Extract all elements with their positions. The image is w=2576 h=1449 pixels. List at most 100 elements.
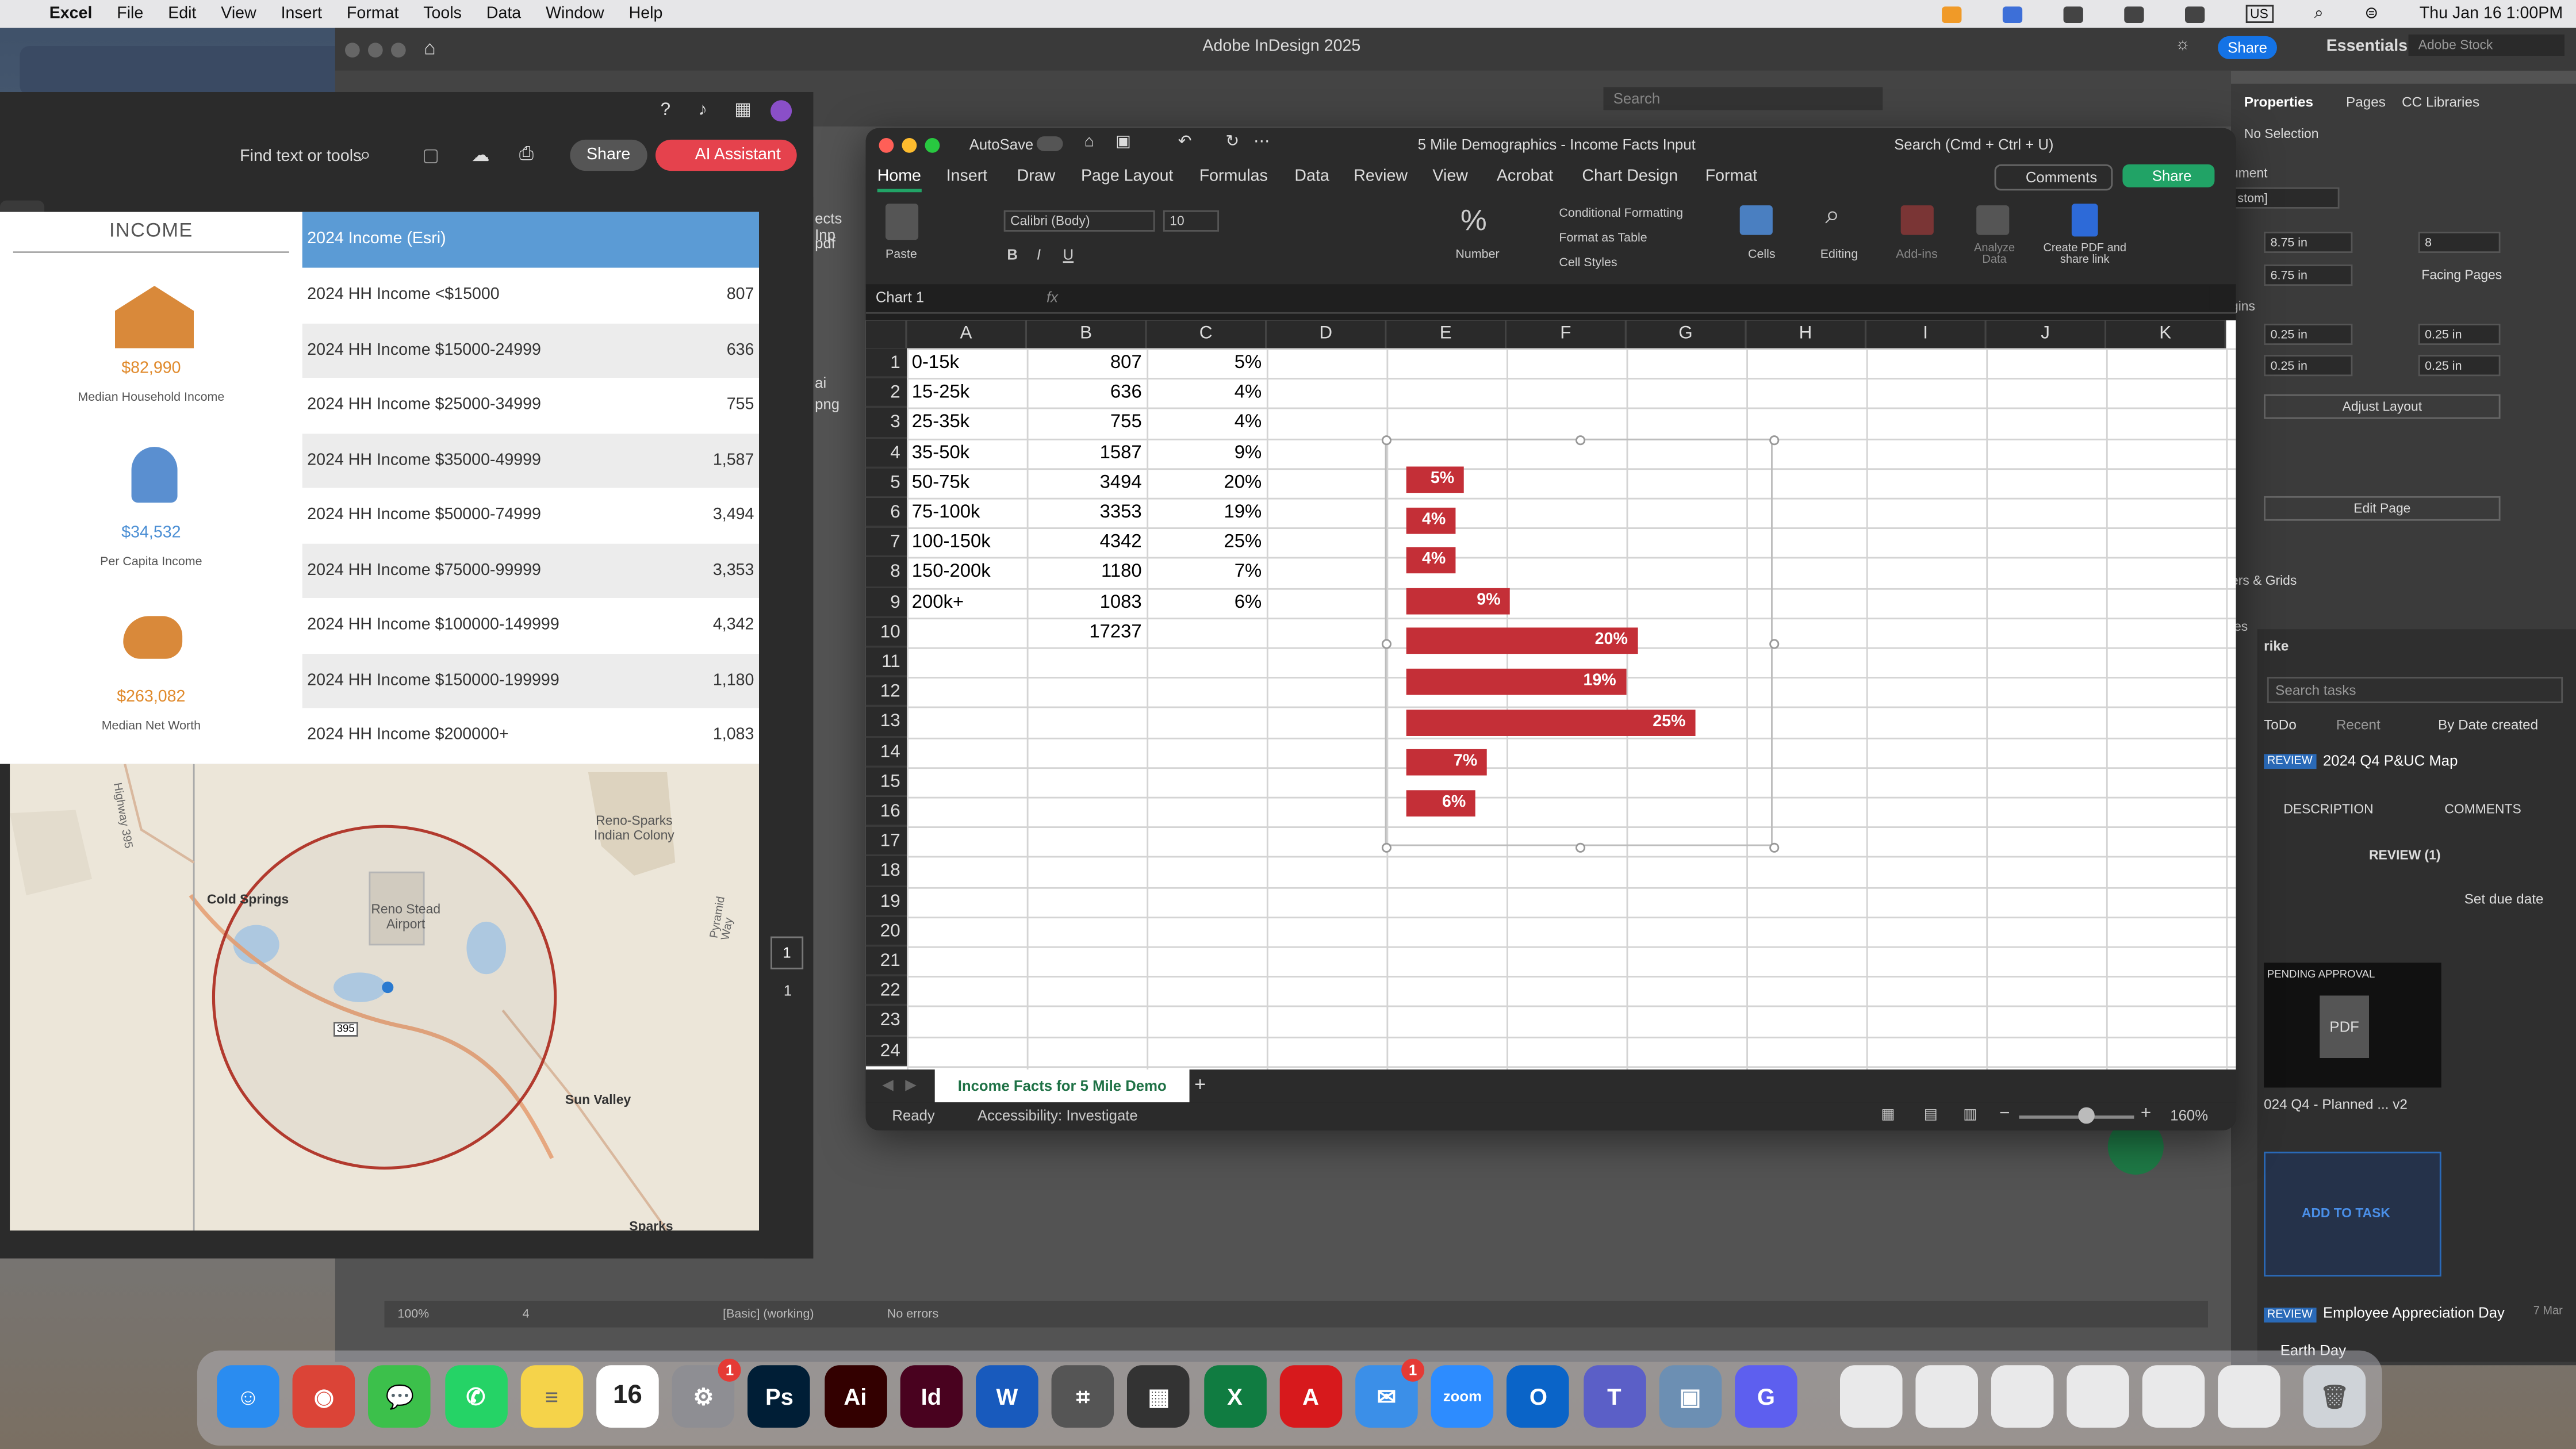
system-settings-icon[interactable]: ⚙ 1 — [672, 1358, 742, 1428]
menu-tools[interactable]: Tools — [423, 5, 462, 23]
wrike-search-input[interactable]: Search tasks — [2267, 677, 2563, 703]
sheet-tab[interactable]: Income Facts for 5 Mile Demo — [934, 1070, 1190, 1103]
lightbulb-icon[interactable]: ☼ — [2175, 36, 2190, 54]
bold-button[interactable]: B — [1007, 247, 1018, 263]
zoom-out-button[interactable]: − — [1999, 1104, 2010, 1124]
margin-bottom-field[interactable]: 0.25 in — [2264, 355, 2353, 377]
acrobat-share-button[interactable]: Share — [570, 139, 647, 171]
excel-search[interactable]: Search (Cmd + Ctrl + U) — [1894, 136, 2053, 153]
tab-properties[interactable]: Properties — [2244, 94, 2313, 110]
column-header[interactable]: K — [2106, 320, 2226, 348]
document-stack-icon[interactable] — [2218, 1365, 2280, 1428]
row-header[interactable]: 13 — [865, 707, 907, 737]
menu-insert[interactable]: Insert — [281, 5, 322, 23]
edit-page-button[interactable]: Edit Page — [2264, 496, 2501, 521]
cell[interactable]: 7% — [1147, 558, 1267, 588]
cell[interactable]: 1180 — [1027, 558, 1147, 588]
calendar-icon[interactable]: 16 — [596, 1365, 659, 1428]
cell[interactable]: 20% — [1147, 468, 1267, 498]
zoom-slider[interactable] — [2019, 1116, 2134, 1119]
worksheet-grid[interactable]: A B C D E F G H I J K 1 2 3 4 5 6 7 8 9 10 11 12 13 14 15 16 17 18 19… — [865, 320, 2236, 1071]
home-icon[interactable]: ⌂ — [424, 36, 436, 59]
row-header[interactable]: 6 — [865, 497, 907, 528]
row-header[interactable]: 22 — [865, 976, 907, 1006]
add-to-task-dropzone[interactable]: ADD TO TASK — [2264, 1151, 2441, 1276]
row-header[interactable]: 2 — [865, 378, 907, 408]
menu-edit[interactable]: Edit — [168, 5, 196, 23]
page-size-select[interactable]: stom] — [2231, 187, 2340, 209]
search-icon[interactable]: ⌕ — [360, 143, 371, 168]
row-header[interactable]: 12 — [865, 677, 907, 707]
cell[interactable]: 807 — [1027, 348, 1147, 378]
cell[interactable]: 1083 — [1027, 588, 1147, 618]
help-icon[interactable]: ? — [661, 100, 671, 120]
status-icon[interactable] — [2002, 6, 2022, 22]
row-header[interactable]: 11 — [865, 647, 907, 677]
row-header[interactable]: 8 — [865, 557, 907, 588]
save-icon[interactable]: ▣ — [1116, 133, 1131, 151]
excel-icon[interactable]: X — [1203, 1365, 1266, 1428]
editing-button[interactable]: Editing — [1820, 247, 1858, 262]
margin-right-field[interactable]: 0.25 in — [2418, 355, 2501, 377]
cell[interactable]: 50-75k — [907, 468, 1027, 498]
row-header[interactable]: 21 — [865, 946, 907, 976]
more-icon[interactable]: ⋯ — [1254, 133, 1270, 151]
analyze-data-icon[interactable] — [1976, 205, 2010, 235]
word-icon[interactable]: W — [976, 1365, 1038, 1428]
messages-icon[interactable]: 💬 — [369, 1365, 431, 1428]
row-header[interactable]: 18 — [865, 856, 907, 887]
column-header[interactable]: A — [907, 320, 1027, 348]
column-header[interactable]: G — [1626, 320, 1747, 348]
cell[interactable]: 25-35k — [907, 408, 1027, 438]
cell[interactable]: 3353 — [1027, 498, 1147, 528]
conditional-formatting-button[interactable]: Conditional Formatting — [1559, 205, 1683, 220]
column-header[interactable]: D — [1266, 320, 1387, 348]
cell[interactable]: 3494 — [1027, 468, 1147, 498]
tab-review[interactable]: Review — [1354, 167, 1408, 185]
chart-bar[interactable]: 6% — [1406, 789, 1476, 816]
set-due-date-button[interactable]: Set due date — [2464, 891, 2544, 907]
acrobat-icon[interactable]: A — [1279, 1365, 1342, 1428]
cell[interactable]: 5% — [1147, 348, 1267, 378]
indesign-search[interactable]: Search — [1603, 87, 1883, 110]
document-stack-icon[interactable] — [1915, 1365, 1978, 1428]
task-title[interactable]: Employee Appreciation Day — [2323, 1305, 2505, 1321]
row-header[interactable]: 4 — [865, 438, 907, 468]
preview-icon[interactable]: ▣ — [1659, 1365, 1722, 1428]
menu-file[interactable]: File — [117, 5, 143, 23]
attachment-name[interactable]: 024 Q4 - Planned ... v2 — [2264, 1096, 2408, 1113]
row-header[interactable]: 7 — [865, 527, 907, 558]
row-header[interactable]: 1 — [865, 348, 907, 378]
cell[interactable]: 636 — [1027, 378, 1147, 408]
tab-home[interactable]: Home — [877, 167, 921, 193]
tab-page-layout[interactable]: Page Layout — [1081, 167, 1173, 185]
cell[interactable]: 200k+ — [907, 588, 1027, 618]
document-title[interactable]: 5 Mile Demographics - Income Facts Input — [1418, 136, 1696, 153]
document-stack-icon[interactable] — [2067, 1365, 2129, 1428]
cell[interactable] — [1147, 618, 1267, 647]
trash-icon[interactable]: 🗑 — [2303, 1365, 2366, 1428]
search-icon[interactable]: ⌕ — [2314, 5, 2324, 23]
cell[interactable]: 75-100k — [907, 498, 1027, 528]
menu-app-name[interactable]: Excel — [49, 5, 93, 23]
cell[interactable]: 17237 — [1027, 618, 1147, 647]
cell[interactable]: 35-50k — [907, 438, 1027, 468]
indesign-share-button[interactable]: Share — [2218, 36, 2278, 59]
chrome-icon[interactable]: ◉ — [293, 1365, 355, 1428]
percent-icon[interactable]: % — [1460, 204, 1487, 238]
upload-icon[interactable]: ☁ — [471, 144, 489, 166]
cell[interactable]: 4% — [1147, 408, 1267, 438]
preflight-profile[interactable]: [Basic] (working) — [723, 1306, 814, 1321]
column-header[interactable]: I — [1866, 320, 1987, 348]
sheet-nav-prev-icon[interactable]: ◀ — [882, 1076, 894, 1094]
control-center-icon[interactable]: ⊜ — [2364, 5, 2378, 23]
cells-button[interactable]: Cells — [1748, 247, 1776, 262]
row-header[interactable]: 24 — [865, 1036, 907, 1066]
status-icon[interactable] — [2063, 6, 2083, 22]
menu-window[interactable]: Window — [546, 5, 604, 23]
cell[interactable]: 1587 — [1027, 438, 1147, 468]
zoom-slider-thumb[interactable] — [2078, 1107, 2095, 1124]
bar-chart[interactable]: 5% 4% 4% 9% 20% 19% 25% 7% 6% — [1381, 435, 1780, 853]
workspace-dropdown[interactable]: Essentials — [2326, 38, 2408, 56]
notes-icon[interactable]: ≡ — [520, 1365, 583, 1428]
